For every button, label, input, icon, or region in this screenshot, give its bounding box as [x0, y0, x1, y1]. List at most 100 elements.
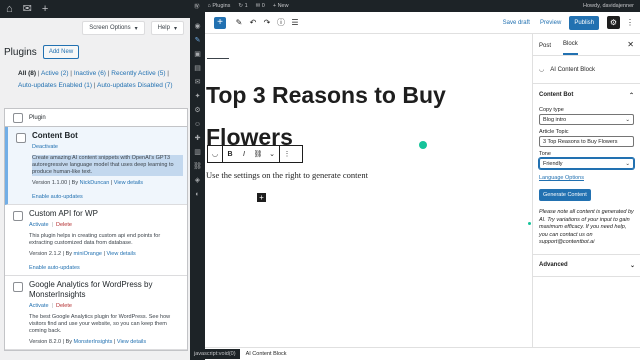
tools-icon[interactable]: ✚	[193, 134, 202, 143]
filter-inactive[interactable]: Inactive (6)	[74, 70, 106, 77]
deactivate-link[interactable]: Deactivate	[32, 144, 58, 150]
author-link[interactable]: miniOrange	[74, 251, 102, 257]
more-options-icon[interactable]: ⋮	[626, 18, 634, 27]
block-breadcrumb[interactable]: AI Content Block	[246, 351, 287, 357]
help-button[interactable]: Help ▾	[150, 21, 184, 35]
home-icon[interactable]: ⌂ Plugins	[208, 3, 231, 9]
pin-icon[interactable]: ✎	[193, 36, 202, 45]
plugin-checkbox[interactable]	[13, 211, 23, 221]
article-topic-input[interactable]: 3 Top Reasons to Buy Flowers	[539, 136, 634, 147]
tab-post[interactable]: Post	[539, 43, 551, 55]
bold-button[interactable]: B	[223, 151, 237, 158]
filter-all[interactable]: All (8)	[18, 70, 36, 77]
details-icon[interactable]: ⓘ	[274, 17, 288, 28]
generate-content-button[interactable]: Generate Content	[539, 189, 591, 201]
delete-link[interactable]: Delete	[56, 222, 72, 228]
collapse-icon[interactable]: ◐	[193, 190, 202, 199]
more-formats-button[interactable]: ⌄	[265, 150, 279, 158]
screen-options-button[interactable]: Screen Options ▾	[82, 21, 145, 35]
tone-select[interactable]: Friendly ⌄	[539, 158, 634, 169]
author-link[interactable]: MonsterInsights	[74, 339, 113, 345]
plugins-icon[interactable]: ⚙	[193, 106, 202, 115]
filter-recently-active[interactable]: Recently Active (5)	[111, 70, 165, 77]
delete-link[interactable]: Delete	[56, 303, 72, 309]
preview-button[interactable]: Preview	[540, 20, 561, 26]
italic-button[interactable]: I	[237, 151, 251, 158]
link-icon[interactable]: ⛓	[193, 162, 202, 171]
block-card: ◡ AI Content Block	[533, 56, 640, 84]
undo-icon[interactable]: ↶	[246, 18, 260, 27]
enable-auto-updates-link[interactable]: Enable auto-updates	[29, 265, 183, 271]
filter-auto-updates-enabled[interactable]: Auto-updates Enabled (1)	[18, 82, 92, 89]
view-details-link[interactable]: View details	[114, 180, 143, 186]
ai-note: Please note all content is generated by …	[539, 209, 634, 245]
appearance-icon[interactable]: ✦	[193, 92, 202, 101]
tab-block[interactable]: Block	[563, 41, 578, 55]
chevron-up-icon: ⌃	[628, 93, 634, 99]
author-link[interactable]: NickDuncan	[80, 180, 110, 186]
settings-icon[interactable]: ▥	[193, 148, 202, 157]
filter-auto-updates-disabled[interactable]: Auto-updates Disabled (7)	[97, 82, 173, 89]
comments-icon[interactable]: ✉	[193, 78, 202, 87]
bot-icon[interactable]: ◈	[193, 176, 202, 185]
plugin-table: Plugin Content Bot Deactivate Create ama…	[4, 108, 188, 351]
list-view-icon[interactable]: ☰	[288, 18, 302, 27]
settings-gear-icon[interactable]: ⚙	[607, 16, 620, 29]
pages-icon[interactable]: ▤	[193, 64, 202, 73]
updates-icon[interactable]: ↻ 1	[238, 3, 247, 9]
ai-block-icon: ◡	[539, 67, 545, 73]
comments-icon[interactable]: ✉ 0	[256, 3, 265, 9]
plugin-checkbox[interactable]	[13, 282, 23, 292]
view-details-link[interactable]: View details	[117, 339, 146, 345]
advanced-panel-header[interactable]: Advanced ⌄	[533, 254, 640, 277]
home-icon[interactable]: ⌂	[6, 0, 13, 18]
plus-icon[interactable]: +	[42, 0, 48, 18]
add-new-button[interactable]: Add New	[42, 45, 80, 59]
wordpress-logo-icon[interactable]: Ⓦ	[194, 2, 200, 10]
activate-link[interactable]: Activate	[29, 303, 49, 309]
table-header: Plugin	[5, 109, 187, 127]
view-details-link[interactable]: View details	[106, 251, 135, 257]
settings-sidebar: Post Block ✕ ◡ AI Content Block Content …	[532, 34, 640, 347]
grammarly-icon[interactable]	[419, 141, 427, 149]
block-inserter-button[interactable]: +	[214, 16, 226, 29]
edit-tools-icon[interactable]: ✎	[232, 18, 246, 27]
link-button[interactable]: ⛓	[251, 150, 265, 158]
copy-type-select[interactable]: Blog intro ⌄	[539, 114, 634, 125]
activate-link[interactable]: Activate	[29, 222, 49, 228]
plugin-checkbox[interactable]	[16, 133, 26, 143]
page-header: Plugins Add New	[0, 36, 190, 62]
screen-meta-links: Screen Options ▾ Help ▾	[0, 18, 190, 36]
status-dot	[528, 222, 531, 225]
comment-icon[interactable]: ✉	[23, 0, 32, 18]
content-bot-panel-header[interactable]: Content Bot ⌃	[533, 84, 640, 103]
tone-label: Tone	[539, 151, 551, 157]
new-content-link[interactable]: + New	[273, 3, 289, 9]
block-toolbar: ◡ B I ⛓ ⌄ ⋮	[207, 145, 303, 163]
editor-window: Ⓦ ⌂ Plugins ↻ 1 ✉ 0 + New Howdy, davidaj…	[190, 0, 640, 360]
block-options-button[interactable]: ⋮	[280, 150, 294, 158]
block-name: AI Content Block	[550, 66, 595, 73]
plugin-description: The best Google Analytics plugin for Wor…	[29, 314, 171, 334]
ai-block-icon[interactable]: ◡	[208, 150, 222, 158]
filter-active[interactable]: Active (2)	[41, 70, 68, 77]
dashboard-icon[interactable]: ◉	[193, 22, 202, 31]
chevron-down-icon: ⌄	[625, 116, 630, 123]
plugin-meta: Version 1.1.00 | By NickDuncan | View de…	[32, 180, 144, 186]
enable-auto-updates-link[interactable]: Enable auto-updates	[32, 194, 183, 200]
save-draft-button[interactable]: Save draft	[503, 20, 530, 26]
publish-button[interactable]: Publish	[569, 15, 599, 30]
media-icon[interactable]: ▣	[193, 50, 202, 59]
admin-menu-strip: ◉ ✎ ▣ ▤ ✉ ✦ ⚙ ☺ ✚ ▥ ⛓ ◈ ◐	[190, 12, 205, 360]
user-greeting[interactable]: Howdy, davidajenner	[583, 3, 640, 9]
close-icon[interactable]: ✕	[627, 40, 634, 55]
redo-icon[interactable]: ↷	[260, 18, 274, 27]
separator-block	[207, 58, 229, 59]
copy-type-label: Copy type	[539, 107, 564, 113]
plugin-name: Custom API for WP	[29, 209, 98, 218]
paragraph-block[interactable]: Use the settings on the right to generat…	[206, 170, 368, 180]
select-all-checkbox[interactable]	[13, 112, 23, 123]
add-block-button[interactable]: +	[257, 193, 266, 202]
language-options-link[interactable]: Language Options	[533, 169, 640, 183]
users-icon[interactable]: ☺	[193, 120, 202, 129]
